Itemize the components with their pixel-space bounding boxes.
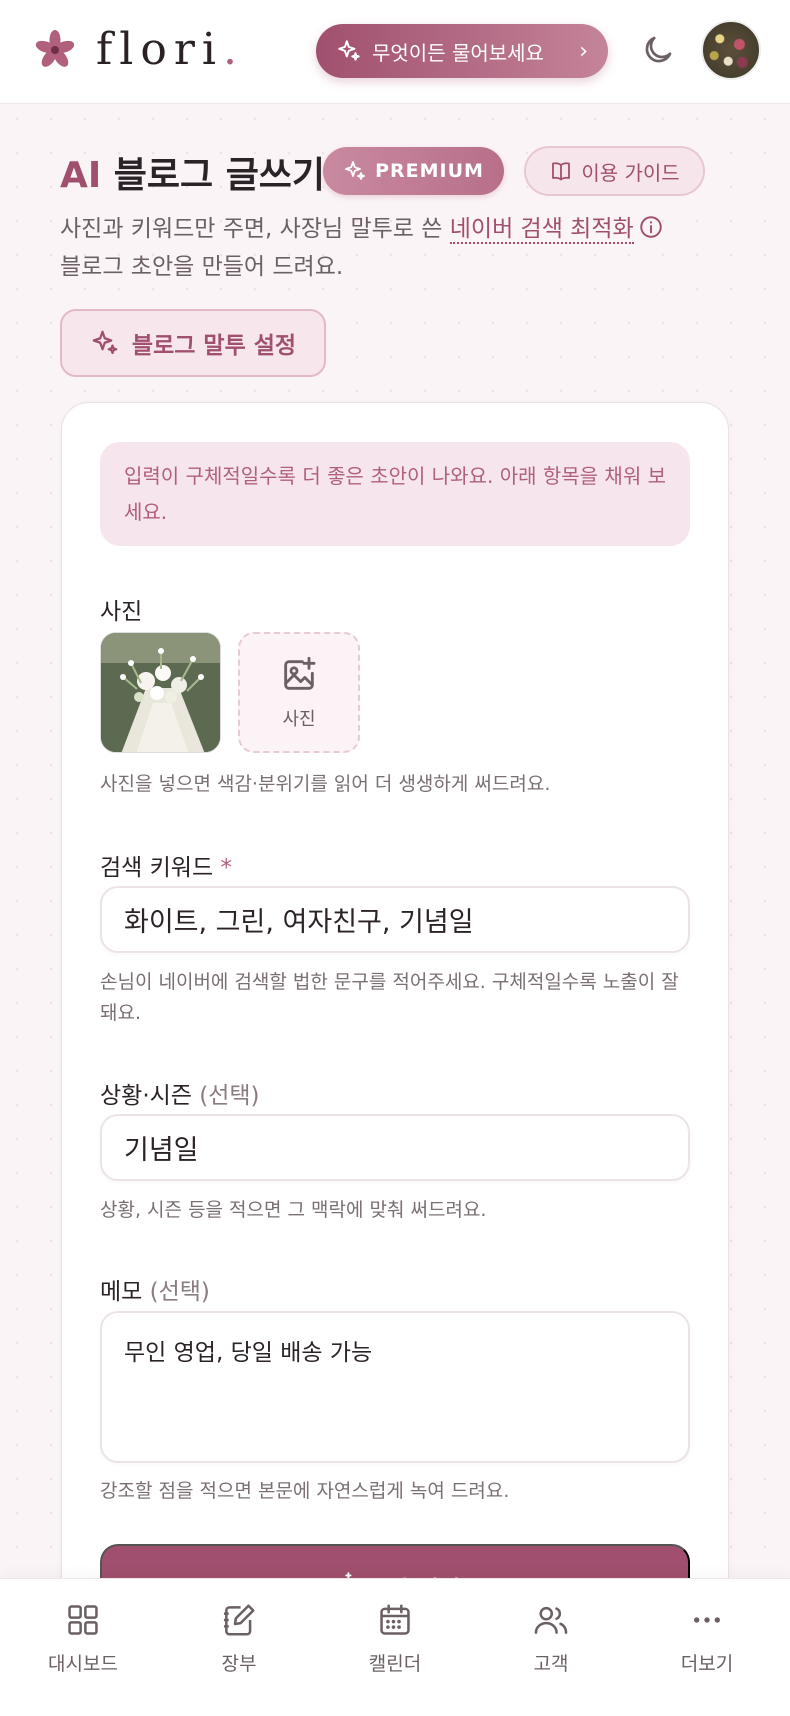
keyword-input[interactable]: 화이트, 그린, 여자친구, 기념일: [100, 886, 690, 953]
logo-text: flori.: [96, 24, 244, 75]
ask-anything-button[interactable]: 무엇이든 물어보세요 ›: [316, 24, 608, 78]
page-subtitle: 사진과 키워드만 주면, 사장님 말투로 쓴 네이버 검색 최적화 블로그 초안…: [60, 210, 760, 286]
nav-item-customers[interactable]: 고객: [481, 1601, 621, 1676]
ask-anything-label: 무엇이든 물어보세요: [372, 40, 544, 65]
sparkle-icon: [345, 161, 365, 180]
keyword-label: 검색 키워드 *: [100, 855, 232, 881]
premium-badge-label: PREMIUM: [375, 160, 484, 182]
nav-label: 장부: [221, 1653, 257, 1675]
sparkle-icon: [338, 40, 360, 61]
dashboard-icon: [68, 1605, 98, 1635]
usage-guide-button[interactable]: 이용 가이드: [524, 146, 705, 196]
calendar-icon: [380, 1604, 410, 1635]
naver-seo-link[interactable]: 네이버 검색 최적화: [449, 216, 634, 244]
season-label: 상황·시즌 (선택): [100, 1083, 260, 1109]
info-icon[interactable]: [638, 214, 664, 240]
nav-label: 대시보드: [48, 1653, 118, 1675]
ledger-icon: [223, 1604, 255, 1636]
nav-item-more[interactable]: 더보기: [637, 1601, 777, 1676]
season-help-text: 상황, 시즌 등을 적으면 그 맥락에 맞춰 써드려요.: [100, 1199, 487, 1221]
chevron-right-icon: ›: [579, 38, 588, 64]
photo-help-text: 사진을 넣으면 색감·분위기를 읽어 더 생생하게 써드려요.: [100, 773, 551, 795]
photo-label: 사진: [100, 599, 143, 625]
premium-badge: PREMIUM: [323, 147, 504, 195]
bouquet-photo: [101, 633, 220, 752]
usage-guide-label: 이용 가이드: [581, 160, 680, 185]
book-icon: [552, 162, 571, 181]
nav-label: 캘린더: [368, 1653, 422, 1675]
required-asterisk: *: [220, 855, 232, 881]
add-photo-label: 사진: [282, 708, 316, 730]
memo-help-text: 강조할 점을 적으면 본문에 자연스럽게 녹여 드려요.: [100, 1480, 510, 1502]
app-header: flori. 무엇이든 물어보세요 ›: [0, 0, 790, 104]
uploaded-photo-thumbnail[interactable]: [100, 632, 221, 753]
bottom-navigation: 대시보드 장부 캘린더 고객 더보기: [0, 1578, 790, 1716]
page-title: AI 블로그 글쓰기: [60, 155, 326, 196]
nav-item-calendar[interactable]: 캘린더: [325, 1601, 465, 1676]
tip-banner: 입력이 구체적일수록 더 좋은 초안이 나와요. 아래 항목을 채워 보세요.: [100, 442, 690, 546]
keyword-help-text: 손님이 네이버에 검색할 법한 문구를 적어주세요. 구체적일수록 노출이 잘 …: [100, 971, 679, 1024]
customers-icon: [534, 1606, 568, 1634]
flower-logo-icon: [35, 30, 75, 67]
blog-form-card: [61, 402, 729, 1662]
memo-textarea[interactable]: 무인 영업, 당일 배송 가능: [100, 1311, 690, 1463]
season-input[interactable]: 기념일: [100, 1114, 690, 1181]
sparkle-icon: [92, 330, 118, 355]
add-photo-button[interactable]: 사진: [238, 632, 360, 753]
nav-label: 고객: [533, 1653, 569, 1675]
blog-tone-settings-label: 블로그 말투 설정: [131, 333, 297, 359]
memo-textarea-value: 무인 영업, 당일 배송 가능: [124, 1340, 373, 1366]
profile-avatar[interactable]: [701, 20, 761, 80]
blog-tone-settings-button[interactable]: 블로그 말투 설정: [60, 309, 326, 377]
nav-item-dashboard[interactable]: 대시보드: [13, 1601, 153, 1676]
nav-label: 더보기: [680, 1653, 734, 1675]
more-icon: [694, 1617, 720, 1623]
add-image-icon: [284, 656, 316, 690]
season-input-value: 기념일: [124, 1135, 199, 1166]
dark-mode-moon-icon[interactable]: [640, 32, 676, 68]
nav-item-ledger[interactable]: 장부: [169, 1601, 309, 1676]
memo-label: 메모 (선택): [100, 1279, 210, 1305]
keyword-input-value: 화이트, 그린, 여자친구, 기념일: [124, 907, 474, 938]
logo[interactable]: flori.: [34, 26, 244, 74]
